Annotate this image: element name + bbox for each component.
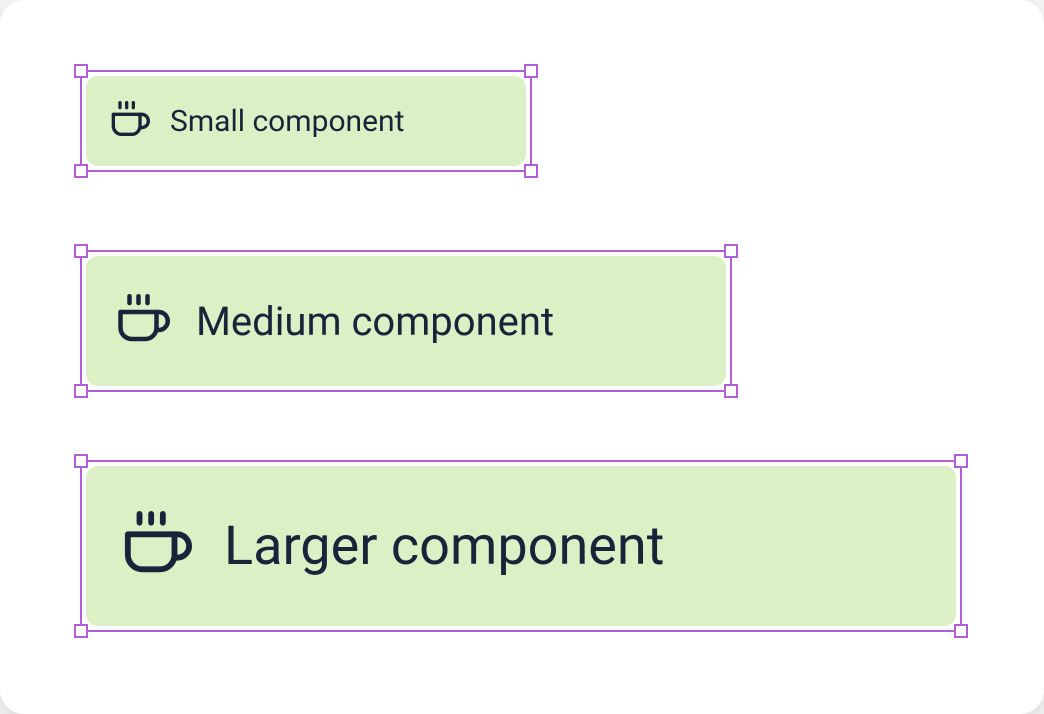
component-label: Small component bbox=[170, 104, 404, 139]
resize-handle-bottom-left[interactable] bbox=[74, 384, 88, 398]
resize-handle-top-right[interactable] bbox=[954, 454, 968, 468]
component-label: Larger component bbox=[224, 515, 664, 578]
coffee-icon bbox=[110, 101, 150, 141]
component-medium[interactable]: Medium component bbox=[86, 256, 726, 386]
component-frame-small[interactable]: Small component bbox=[80, 70, 532, 172]
component-frame-medium[interactable]: Medium component bbox=[80, 250, 732, 392]
resize-handle-bottom-right[interactable] bbox=[954, 624, 968, 638]
resize-handle-top-right[interactable] bbox=[524, 64, 538, 78]
coffee-icon bbox=[116, 294, 170, 348]
component-large[interactable]: Larger component bbox=[86, 466, 956, 626]
resize-handle-top-left[interactable] bbox=[74, 244, 88, 258]
component-frame-large[interactable]: Larger component bbox=[80, 460, 962, 632]
design-canvas[interactable]: Small component Medium component bbox=[0, 0, 1044, 714]
resize-handle-bottom-left[interactable] bbox=[74, 624, 88, 638]
coffee-icon bbox=[122, 511, 192, 581]
resize-handle-top-left[interactable] bbox=[74, 454, 88, 468]
component-small[interactable]: Small component bbox=[86, 76, 526, 166]
resize-handle-bottom-left[interactable] bbox=[74, 164, 88, 178]
resize-handle-top-right[interactable] bbox=[724, 244, 738, 258]
resize-handle-top-left[interactable] bbox=[74, 64, 88, 78]
resize-handle-bottom-right[interactable] bbox=[524, 164, 538, 178]
component-label: Medium component bbox=[196, 298, 554, 345]
resize-handle-bottom-right[interactable] bbox=[724, 384, 738, 398]
